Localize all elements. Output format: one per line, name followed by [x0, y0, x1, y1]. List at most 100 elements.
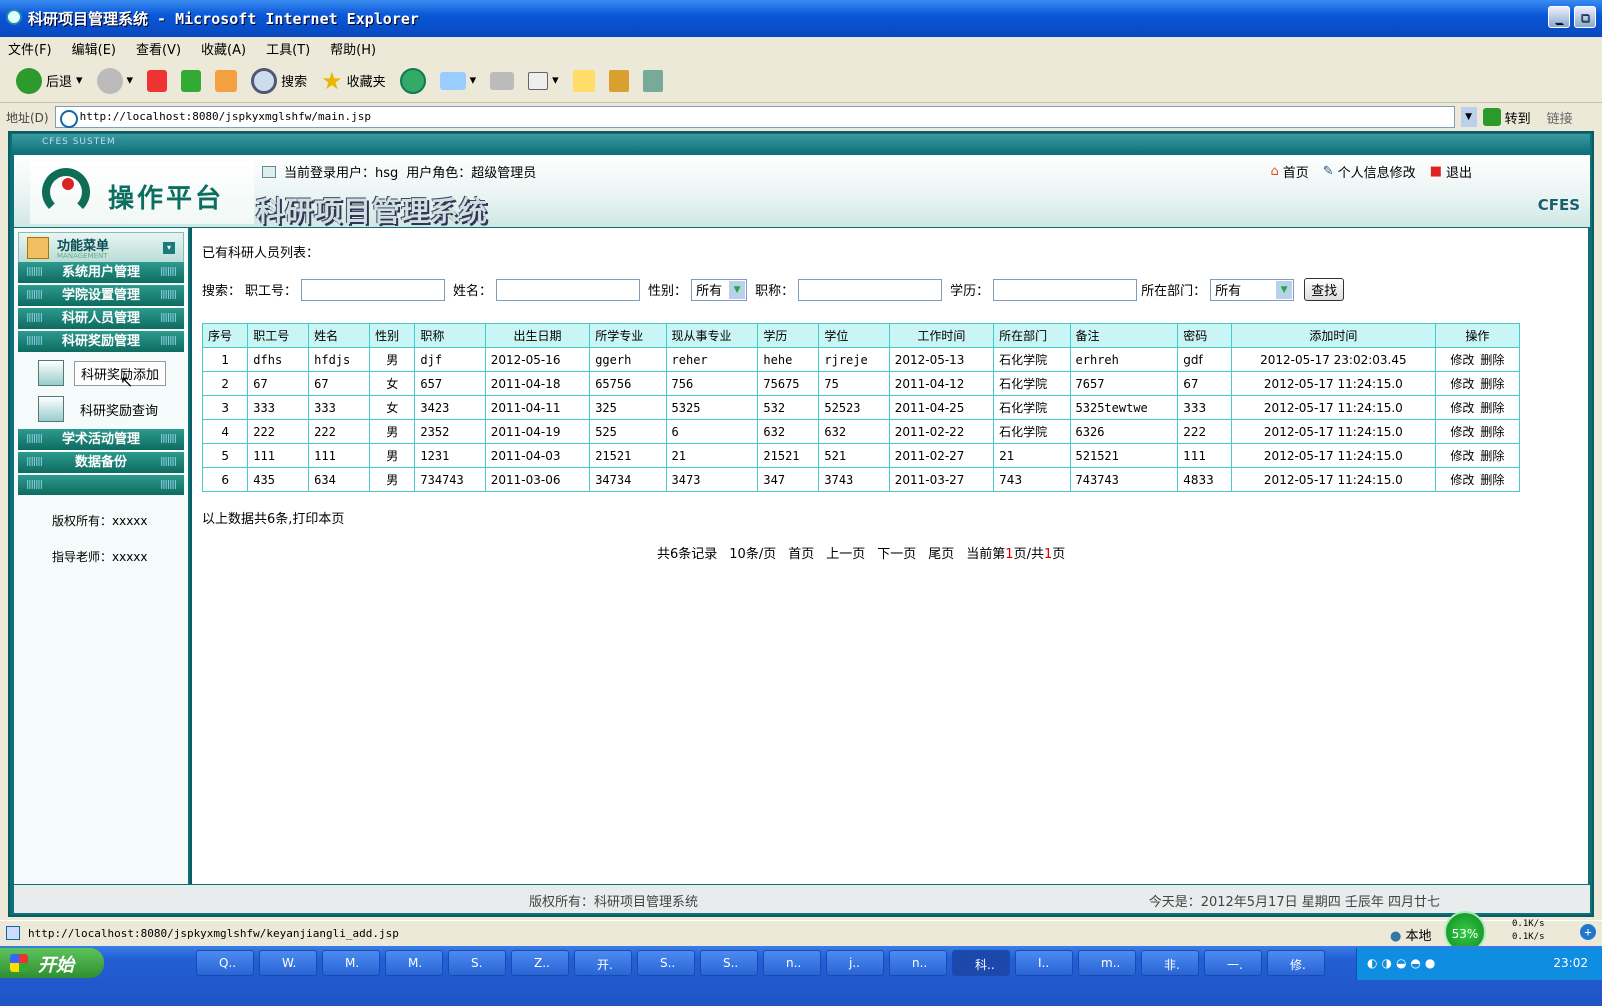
zone-label: 本地: [1405, 929, 1432, 944]
home-link-label: 首页: [1282, 166, 1309, 181]
menu-view[interactable]: 查看(V): [136, 39, 181, 58]
add-icon[interactable]: +: [1580, 924, 1596, 940]
menu-tools[interactable]: 工具(T): [266, 39, 310, 58]
sidebar-sub-award-query[interactable]: 科研奖励查询: [38, 396, 158, 422]
edit-link[interactable]: 修改: [1450, 425, 1474, 439]
cell-education: hehe: [757, 347, 820, 372]
messenger-button[interactable]: [639, 65, 667, 97]
taskbar-task[interactable]: I..: [1015, 950, 1073, 976]
home-button[interactable]: [211, 65, 241, 97]
taskbar-task[interactable]: S..: [637, 950, 695, 976]
cell-title: 3423: [414, 395, 486, 420]
net-down: 0.1K/s: [1512, 932, 1545, 942]
cell-birth: 2011-04-03: [484, 443, 591, 468]
edit-button[interactable]: ▾: [524, 65, 563, 97]
taskbar-task[interactable]: m..: [1078, 950, 1136, 976]
sidebar-menu-header[interactable]: 功能菜单 MANAGEMENT ▾: [18, 232, 184, 264]
home-link[interactable]: ⌂ 首页: [1270, 162, 1308, 181]
pager-prev[interactable]: 上一页: [826, 543, 865, 562]
taskbar-task[interactable]: n..: [763, 950, 821, 976]
cell-remark: 521521: [1069, 443, 1179, 468]
gender-select[interactable]: 所有: [691, 278, 748, 301]
taskbar-task[interactable]: j..: [826, 950, 884, 976]
logout-link[interactable]: ■ 退出: [1430, 162, 1472, 181]
pager-last[interactable]: 尾页: [928, 543, 954, 562]
start-button[interactable]: 开始: [0, 948, 104, 978]
address-dropdown-icon[interactable]: ▼: [1460, 107, 1477, 127]
menu-help[interactable]: 帮助(H): [330, 39, 376, 58]
taskbar-task[interactable]: 非.: [1141, 950, 1199, 976]
taskbar-task[interactable]: n..: [889, 950, 947, 976]
delete-link[interactable]: 删除: [1480, 449, 1504, 463]
menu-file[interactable]: 文件(F): [8, 39, 52, 58]
edit-link[interactable]: 修改: [1450, 401, 1474, 415]
cell-remark: 743743: [1069, 467, 1179, 492]
go-button[interactable]: 转到: [1482, 108, 1531, 127]
discuss-button[interactable]: [569, 65, 599, 97]
back-label: 后退: [46, 75, 73, 90]
taskbar-task[interactable]: S..: [700, 950, 758, 976]
minimize-button[interactable]: _: [1548, 6, 1570, 28]
refresh-button[interactable]: [177, 65, 205, 97]
collapse-icon[interactable]: ▾: [163, 242, 175, 254]
sidebar-item-awards[interactable]: 科研奖励管理: [18, 331, 184, 352]
delete-link[interactable]: 删除: [1480, 353, 1504, 367]
taskbar-task[interactable]: 科..: [952, 950, 1010, 976]
sidebar-item-researchers[interactable]: 科研人员管理: [18, 308, 184, 329]
sidebar-sub-award-add[interactable]: 科研奖励添加: [38, 360, 167, 386]
edit-link[interactable]: 修改: [1450, 353, 1474, 367]
print-button[interactable]: [486, 65, 518, 97]
research-button[interactable]: [605, 65, 633, 97]
favorites-button[interactable]: ★ 收藏夹: [317, 65, 390, 97]
cell-addtime: 2012-05-17 11:24:15.0: [1230, 395, 1436, 420]
sidebar-item-system-users[interactable]: 系统用户管理: [18, 262, 184, 283]
pager-current-suffix: 页: [1052, 547, 1066, 562]
profile-link[interactable]: ✎ 个人信息修改: [1323, 162, 1416, 181]
cell-seq: 4: [201, 419, 249, 444]
system-title: 科研项目管理系统: [256, 195, 489, 228]
taskbar-task[interactable]: 修.: [1267, 950, 1325, 976]
maximize-button[interactable]: □: [1574, 6, 1596, 28]
taskbar-task[interactable]: M.: [322, 950, 380, 976]
cell-empno: dfhs: [247, 347, 310, 372]
taskbar-task[interactable]: 一.: [1204, 950, 1262, 976]
edit-link[interactable]: 修改: [1450, 377, 1474, 391]
taskbar-task[interactable]: Q..: [196, 950, 254, 976]
forward-button[interactable]: ▾: [93, 65, 138, 97]
pager-next[interactable]: 下一页: [877, 543, 916, 562]
search-submit-button[interactable]: 查找: [1304, 278, 1345, 301]
empno-input[interactable]: [301, 278, 446, 301]
edit-link[interactable]: 修改: [1450, 449, 1474, 463]
taskbar-task[interactable]: M.: [385, 950, 443, 976]
list-title: 已有科研人员列表：: [202, 246, 320, 261]
cell-dept: 743: [993, 467, 1071, 492]
sidebar-item-academic[interactable]: 学术活动管理: [18, 429, 184, 450]
search-button[interactable]: 搜索: [247, 65, 311, 97]
delete-link[interactable]: 删除: [1480, 377, 1504, 391]
menu-edit[interactable]: 编辑(E): [72, 39, 116, 58]
menu-favorites[interactable]: 收藏(A): [201, 39, 246, 58]
dept-select[interactable]: 所有: [1210, 278, 1295, 301]
back-button[interactable]: 后退 ▾: [12, 65, 87, 97]
taskbar-task[interactable]: 开.: [574, 950, 632, 976]
taskbar-task[interactable]: W.: [259, 950, 317, 976]
sidebar-item-backup[interactable]: 数据备份: [18, 452, 184, 473]
links-label[interactable]: 链接: [1547, 108, 1573, 127]
stop-button[interactable]: [143, 65, 171, 97]
cell-dept: 21: [993, 443, 1071, 468]
col-password: 密码: [1177, 323, 1232, 348]
title-input[interactable]: [798, 278, 943, 301]
history-button[interactable]: [396, 65, 430, 97]
address-input[interactable]: http://localhost:8080/jspkyxmglshfw/main…: [54, 106, 1455, 128]
mail-button[interactable]: ▾: [436, 65, 481, 97]
delete-link[interactable]: 删除: [1480, 425, 1504, 439]
delete-link[interactable]: 删除: [1480, 401, 1504, 415]
delete-link[interactable]: 删除: [1480, 473, 1504, 487]
taskbar-task[interactable]: S.: [448, 950, 506, 976]
taskbar-task[interactable]: Z..: [511, 950, 569, 976]
name-input[interactable]: [496, 278, 641, 301]
sidebar-item-college-settings[interactable]: 学院设置管理: [18, 285, 184, 306]
edit-link[interactable]: 修改: [1450, 473, 1474, 487]
education-input[interactable]: [993, 278, 1138, 301]
pager-first[interactable]: 首页: [788, 543, 814, 562]
